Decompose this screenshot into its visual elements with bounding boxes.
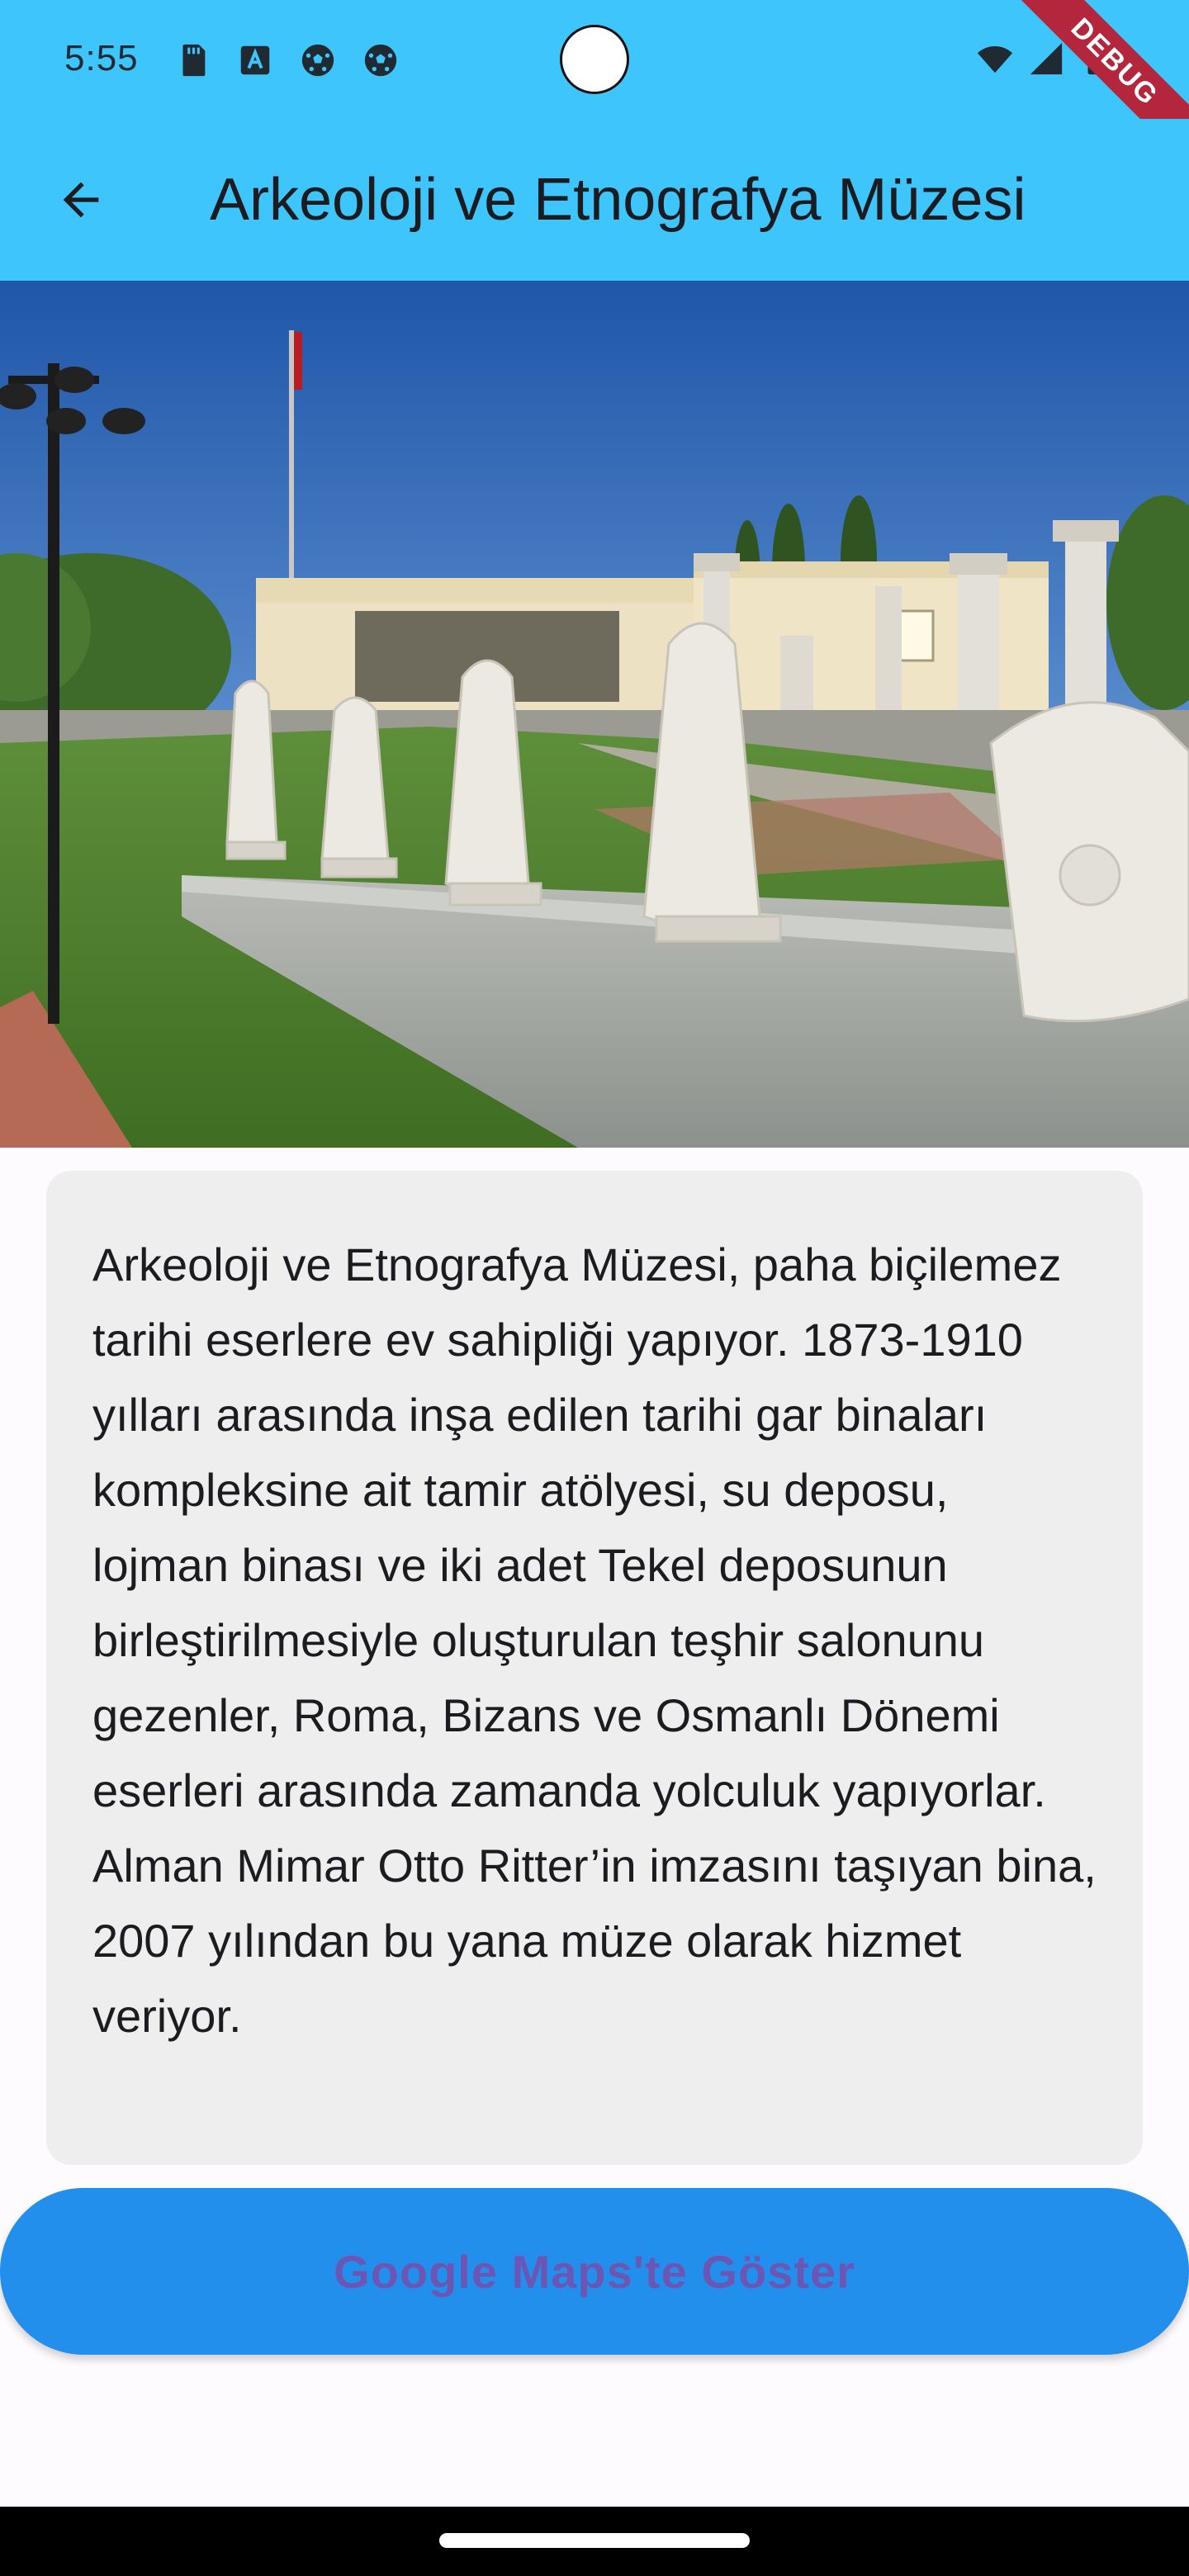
museum-photo-illustration [0, 281, 1189, 1148]
app-bar: Arkeoloji ve Etnografya Müzesi [0, 119, 1189, 281]
museum-description: Arkeoloji ve Etnografya Müzesi, paha biç… [92, 1238, 1097, 2042]
home-gesture-handle[interactable] [439, 2533, 750, 2548]
text-a-icon [240, 45, 270, 75]
description-card: Arkeoloji ve Etnografya Müzesi, paha biç… [46, 1171, 1143, 2165]
sd-card-icon [182, 44, 206, 77]
status-icons-left [173, 41, 400, 79]
navigation-bar [0, 2507, 1189, 2576]
soccer-ball-icon [301, 44, 334, 77]
back-button[interactable] [40, 159, 122, 241]
soccer-ball-icon [364, 44, 397, 77]
page-title: Arkeoloji ve Etnografya Müzesi [210, 167, 1026, 233]
status-time: 5:55 [64, 38, 139, 78]
show-in-google-maps-button[interactable]: Google Maps'te Göster [0, 2188, 1189, 2355]
museum-photo [0, 281, 1189, 1148]
arrow-back-icon [63, 182, 99, 218]
camera-cutout [560, 25, 629, 94]
